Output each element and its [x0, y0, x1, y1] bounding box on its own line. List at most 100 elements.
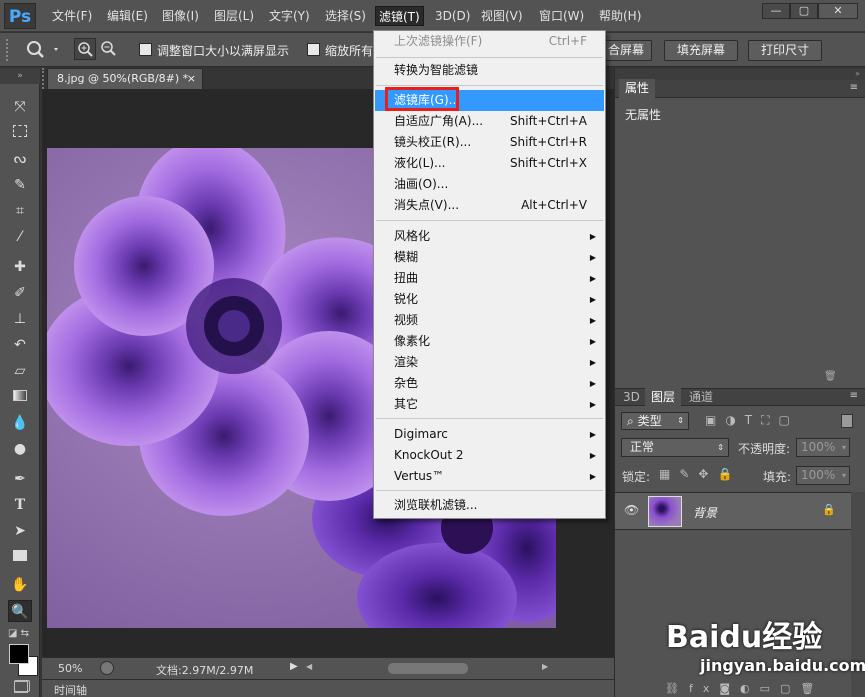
menu-type[interactable]: 文字(Y) [266, 6, 313, 26]
panel-menu-icon[interactable]: ≡ [850, 82, 858, 93]
menu-item-render[interactable]: 渲染 ▶ [375, 352, 604, 373]
menu-image[interactable]: 图像(I) [159, 6, 202, 26]
lasso-tool-icon[interactable]: ᔓ [8, 148, 32, 170]
tab-properties[interactable]: 属性 [619, 79, 656, 98]
fill-screen-button[interactable]: 填充屏幕 [664, 40, 738, 61]
menu-3d[interactable]: 3D(D) [432, 6, 473, 26]
status-menu-arrow-icon[interactable]: ▶ [290, 661, 298, 672]
opacity-value: 100% [801, 440, 836, 454]
history-brush-tool-icon[interactable]: ↶ [8, 334, 32, 356]
gradient-tool-icon[interactable] [8, 386, 32, 408]
fit-screen-button[interactable]: 合屏幕 [600, 40, 652, 61]
close-button[interactable]: ✕ [818, 3, 858, 19]
menu-item-video[interactable]: 视频 ▶ [375, 310, 604, 331]
visibility-eye-icon[interactable]: 👁 [624, 503, 639, 517]
submenu-arrow-icon: ▶ [589, 253, 596, 262]
horizontal-scrollbar[interactable] [388, 663, 468, 674]
menu-view[interactable]: 视图(V) [478, 6, 526, 26]
lock-icons[interactable]: ▦✎✥🔒 [659, 467, 741, 481]
tab-3d[interactable]: 3D [617, 387, 646, 407]
scroll-left-icon[interactable]: ◀ [306, 662, 312, 671]
eyedropper-tool-icon[interactable]: ⁄ [8, 226, 32, 248]
menu-item-sharpen[interactable]: 锐化 ▶ [375, 289, 604, 310]
menu-item-browse-online-filters[interactable]: 浏览联机滤镜... [375, 495, 604, 516]
menu-item-liquify[interactable]: 液化(L)... Shift+Ctrl+X [375, 153, 604, 174]
dodge-tool-icon[interactable]: ● [8, 438, 32, 460]
zoom-all-checkbox[interactable] [307, 43, 320, 56]
path-selection-tool-icon[interactable]: ➤ [8, 520, 32, 542]
collapse-icon[interactable]: » [0, 68, 40, 84]
layer-row[interactable]: 👁 背景 🔒 [615, 492, 851, 530]
timeline-panel[interactable]: 时间轴 [42, 679, 614, 697]
filter-toggle[interactable] [841, 414, 853, 428]
tab-channels[interactable]: 通道 [683, 387, 719, 407]
blend-mode-select[interactable]: 正常 ⇕ [621, 438, 729, 457]
scroll-right-icon[interactable]: ▶ [542, 662, 548, 671]
default-colors-icon[interactable]: ◪ ⇆ [8, 628, 29, 639]
menu-select[interactable]: 选择(S) [322, 6, 369, 26]
move-tool-icon[interactable]: ⤧ [8, 96, 32, 118]
menu-item-digimarc[interactable]: Digimarc ▶ [375, 424, 604, 445]
clone-stamp-tool-icon[interactable]: ⊥ [8, 308, 32, 330]
rectangle-tool-icon[interactable] [8, 546, 32, 568]
zoom-out-icon[interactable] [98, 38, 120, 60]
quick-selection-tool-icon[interactable]: ✎ [8, 174, 32, 196]
menu-item-distort[interactable]: 扭曲 ▶ [375, 268, 604, 289]
minimize-button[interactable]: — [762, 3, 790, 19]
menu-item-lens-correction[interactable]: 镜头校正(R)... Shift+Ctrl+R [375, 132, 604, 153]
menu-item-stylize[interactable]: 风格化 ▶ [375, 226, 604, 247]
zoom-tool-icon[interactable]: 🔍 [8, 600, 32, 622]
foreground-color-swatch[interactable] [9, 644, 29, 664]
layers-menu-icon[interactable]: ≡ [850, 390, 858, 401]
menu-window[interactable]: 窗口(W) [536, 6, 587, 26]
menu-item-oil-paint[interactable]: 油画(O)... [375, 174, 604, 195]
submenu-arrow-icon: ▶ [589, 232, 596, 241]
layers-tabbar: 3D 图层 通道 ≡ [615, 387, 865, 407]
brush-tool-icon[interactable]: ✐ [8, 282, 32, 304]
tab-layers[interactable]: 图层 [645, 387, 682, 407]
menu-item-knockout[interactable]: KnockOut 2 ▶ [375, 445, 604, 466]
fill-field[interactable]: 100% ▾ [796, 466, 850, 485]
restore-button[interactable]: ▢ [790, 3, 818, 19]
status-info-icon[interactable] [100, 661, 114, 675]
layer-filter-icons[interactable]: ▣◑T⛶▢ [705, 413, 799, 428]
layer-name[interactable]: 背景 [693, 504, 717, 521]
healing-brush-tool-icon[interactable]: ✚ [8, 256, 32, 278]
menu-file[interactable]: 文件(F) [49, 6, 95, 26]
zoom-in-icon[interactable] [74, 38, 96, 60]
menu-item-vertus[interactable]: Vertus™ ▶ [375, 466, 604, 487]
menu-item-pixelate[interactable]: 像素化 ▶ [375, 331, 604, 352]
properties-content: 无属性 [625, 108, 662, 122]
type-tool-icon[interactable]: T [8, 494, 32, 516]
document-tab[interactable]: 8.jpg @ 50%(RGB/8#) * × [47, 68, 203, 89]
layer-thumbnail [648, 496, 682, 527]
opacity-label: 不透明度: [738, 442, 791, 456]
hand-tool-icon[interactable]: ✋ [8, 574, 32, 596]
blur-tool-icon[interactable]: 💧 [8, 412, 32, 434]
menu-item-noise[interactable]: 杂色 ▶ [375, 373, 604, 394]
close-tab-icon[interactable]: × [187, 69, 196, 89]
menu-item-vanishing-point[interactable]: 消失点(V)... Alt+Ctrl+V [375, 195, 604, 216]
menu-item-convert-smart-filter[interactable]: 转换为智能滤镜 [375, 60, 604, 81]
menu-help[interactable]: 帮助(H) [596, 6, 644, 26]
print-size-button[interactable]: 打印尺寸 [748, 40, 822, 61]
menu-edit[interactable]: 编辑(E) [104, 6, 151, 26]
menu-layer[interactable]: 图层(L) [211, 6, 257, 26]
menu-item-blur[interactable]: 模糊 ▶ [375, 247, 604, 268]
screen-mode-icon[interactable] [14, 681, 28, 693]
zoom-tool-preset[interactable] [22, 37, 62, 66]
search-icon: ⌕ [627, 414, 634, 428]
timeline-label[interactable]: 时间轴 [54, 682, 87, 697]
delete-icon[interactable]: 🗑 [824, 371, 837, 383]
layer-filter-select[interactable]: ⌕ 类型 ⇕ [621, 412, 689, 430]
zoom-level[interactable]: 50% [58, 662, 82, 675]
pen-tool-icon[interactable]: ✒ [8, 468, 32, 490]
marquee-tool-icon[interactable] [8, 122, 32, 144]
crop-tool-icon[interactable]: ⌗ [8, 200, 32, 222]
menu-filter[interactable]: 滤镜(T) [375, 6, 424, 26]
menu-item-adaptive-wide-angle[interactable]: 自适应广角(A)... Shift+Ctrl+A [375, 111, 604, 132]
resize-windows-checkbox[interactable] [139, 43, 152, 56]
eraser-tool-icon[interactable]: ▱ [8, 360, 32, 382]
opacity-field[interactable]: 100% ▾ [796, 438, 850, 457]
menu-item-other[interactable]: 其它 ▶ [375, 394, 604, 415]
